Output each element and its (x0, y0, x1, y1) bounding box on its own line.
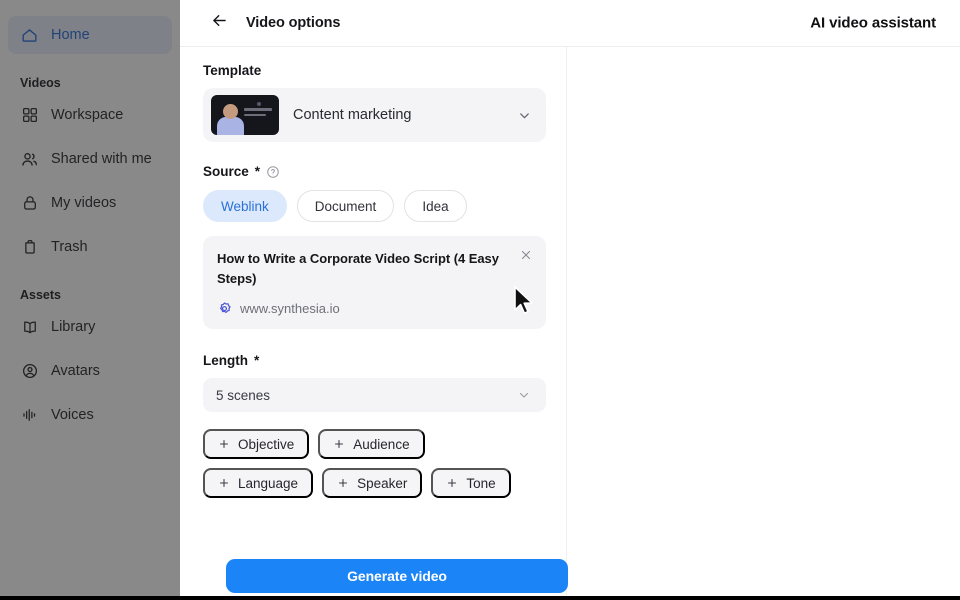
video-options-form: Template Content marketing Source * Webl… (203, 47, 568, 600)
panel-header: Video options AI video assistant (180, 0, 960, 47)
panel-divider (566, 47, 567, 600)
panel-body: Template Content marketing Source * Webl… (180, 47, 960, 600)
weblink-meta: www.synthesia.io (217, 301, 506, 316)
template-label: Template (203, 63, 262, 78)
plus-icon (337, 477, 349, 489)
add-tone-chip[interactable]: Tone (431, 468, 511, 499)
synthesia-logo-icon (217, 301, 232, 316)
chevron-down-icon (516, 107, 532, 123)
generate-video-button[interactable]: Generate video (226, 559, 568, 593)
required-marker: * (254, 164, 261, 179)
add-speaker-chip[interactable]: Speaker (322, 468, 423, 499)
app-root: Home Videos Workspace Shared with me (0, 0, 960, 600)
source-tab-idea[interactable]: Idea (404, 190, 467, 222)
plus-icon (218, 438, 230, 450)
bottom-bar (0, 596, 960, 600)
chevron-down-icon (516, 387, 532, 403)
template-select[interactable]: Content marketing (203, 88, 546, 142)
plus-icon (446, 477, 458, 489)
question-circle-icon[interactable] (266, 165, 280, 179)
add-audience-chip[interactable]: Audience (318, 429, 425, 460)
chip-label: Audience (353, 436, 410, 452)
chip-label: Language (238, 475, 299, 491)
assistant-title: AI video assistant (810, 14, 936, 32)
source-tab-weblink[interactable]: Weblink (203, 190, 287, 222)
length-label: Length * (203, 353, 260, 369)
length-select[interactable]: 5 scenes (203, 378, 546, 413)
length-section: Length * 5 scenes (203, 353, 546, 413)
plus-icon (218, 477, 230, 489)
modal-dim-overlay[interactable] (0, 0, 180, 600)
source-type-group: Weblink Document Idea (203, 190, 546, 222)
weblink-url: www.synthesia.io (240, 301, 340, 317)
video-options-panel: Video options AI video assistant Templat… (180, 0, 960, 600)
add-objective-chip[interactable]: Objective (203, 429, 310, 460)
source-tab-document[interactable]: Document (296, 190, 395, 222)
length-value: 5 scenes (216, 387, 271, 403)
weblink-title: How to Write a Corporate Video Script (4… (217, 251, 499, 287)
arrow-left-icon (210, 11, 229, 35)
required-marker: * (254, 353, 260, 369)
optional-attributes: Objective Audience Language Speaker Tone (203, 429, 515, 499)
template-value: Content marketing (293, 107, 412, 123)
template-thumbnail (211, 95, 279, 135)
plus-icon (333, 438, 345, 450)
back-button[interactable] (208, 12, 230, 34)
chip-label: Objective (238, 436, 295, 452)
source-section: Source * Weblink Document Idea (203, 164, 546, 222)
chip-label: Speaker (357, 475, 408, 491)
source-label: Source * (203, 164, 546, 179)
close-icon[interactable] (518, 247, 534, 263)
weblink-card: How to Write a Corporate Video Script (4… (203, 236, 546, 330)
thumbnail-person (217, 101, 244, 135)
page-title: Video options (246, 15, 341, 31)
chip-label: Tone (466, 475, 496, 491)
add-language-chip[interactable]: Language (203, 468, 314, 499)
